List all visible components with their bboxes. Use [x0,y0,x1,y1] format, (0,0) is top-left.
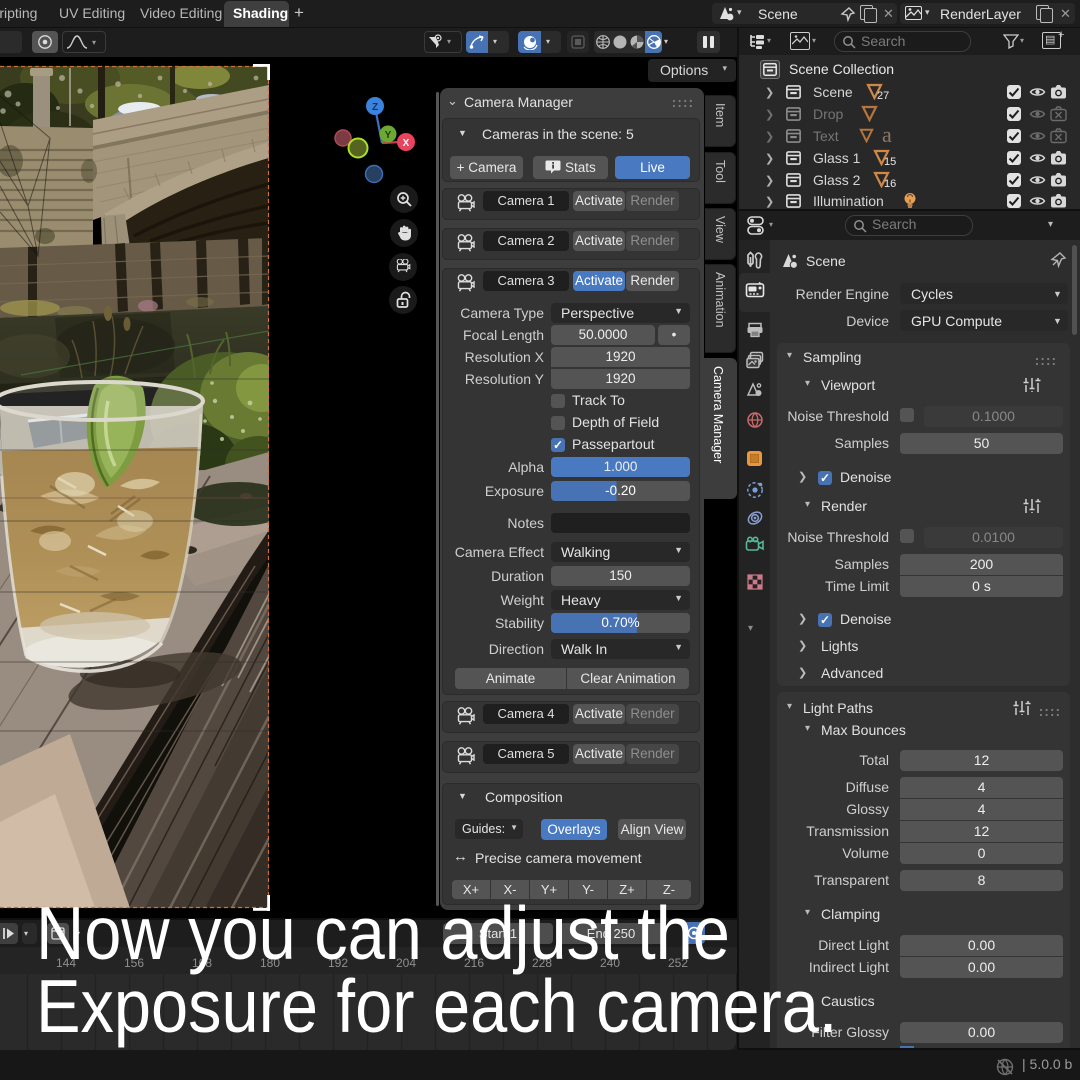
svg-text:X: X [403,138,410,149]
svg-text:Z: Z [372,102,378,113]
svg-text:Y: Y [385,130,392,141]
